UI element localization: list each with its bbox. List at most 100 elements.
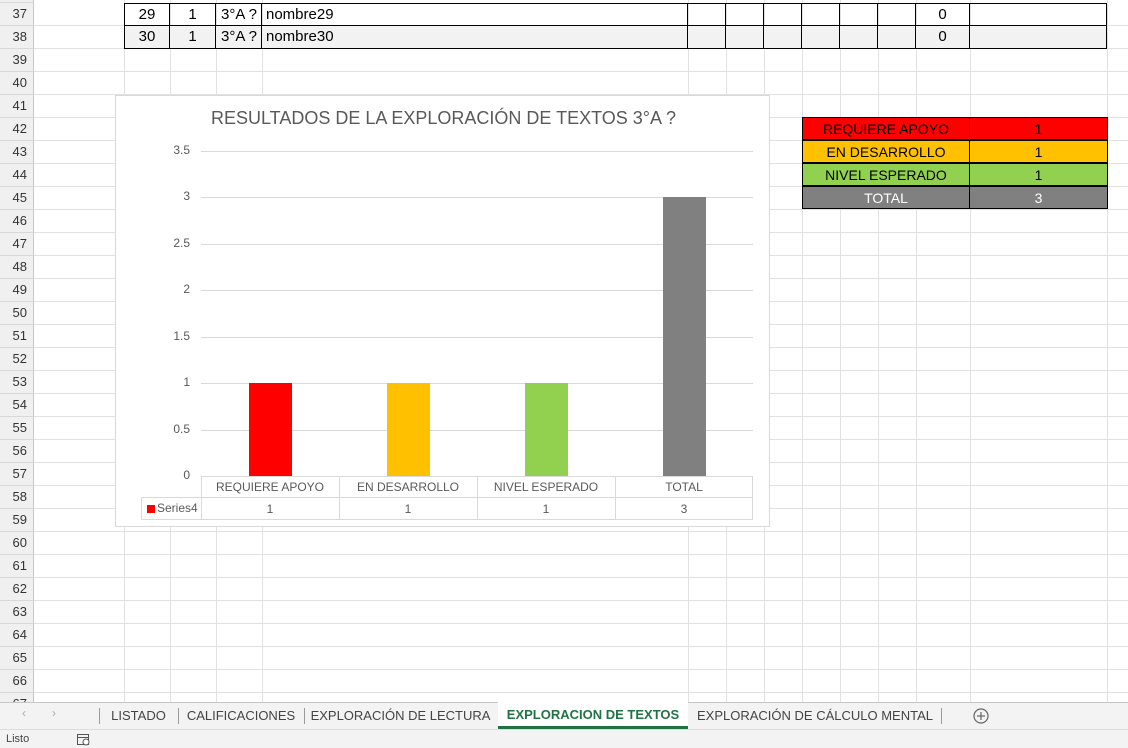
tab-listado[interactable]: LISTADO (100, 703, 177, 729)
y-tick-label: 3 (183, 189, 190, 204)
status-text: Listo (6, 733, 30, 745)
row-header[interactable]: 56 (0, 440, 34, 463)
row-header[interactable]: 48 (0, 256, 34, 279)
category-label: NIVEL ESPERADO (493, 480, 599, 494)
tab-exploracion-de-lectura[interactable]: EXPLORACIÓN DE LECTURA (305, 703, 496, 729)
summary-value-total[interactable]: 3 (969, 186, 1108, 209)
cell-number[interactable]: 30 (124, 26, 170, 49)
cell-empty[interactable] (878, 26, 916, 49)
chart-bar[interactable] (248, 383, 292, 476)
data-table-line (339, 476, 340, 520)
worksheet-grid[interactable]: 37 38 39 40 41 42 43 44 45 46 47 48 49 50 51 52 53 54 55 56… (0, 0, 1128, 702)
cell-score[interactable]: 0 (916, 26, 970, 49)
row-header[interactable]: 37 (0, 3, 34, 26)
cell-score[interactable]: 0 (916, 3, 970, 26)
cell-empty[interactable] (688, 3, 726, 26)
row-header[interactable]: 46 (0, 210, 34, 233)
row-header[interactable]: 42 (0, 118, 34, 141)
grid-column-line (916, 0, 917, 702)
row-header[interactable]: 52 (0, 348, 34, 371)
y-tick-label: 3.5 (173, 143, 190, 157)
chart-bar[interactable] (386, 383, 430, 476)
row-header[interactable]: 54 (0, 394, 34, 417)
summary-label-nivel-esperado[interactable]: NIVEL ESPERADO (802, 163, 970, 186)
grid-row-line (34, 646, 1128, 647)
cell-empty[interactable] (726, 3, 764, 26)
cell-group[interactable]: 3°A ? (216, 3, 262, 26)
row-header[interactable]: 39 (0, 49, 34, 72)
row-header[interactable]: 38 (0, 26, 34, 49)
grid-column-line (878, 0, 879, 702)
cell-empty[interactable] (970, 26, 1107, 49)
row-header[interactable]: 49 (0, 279, 34, 302)
chevron-left-icon[interactable]: ‹ (22, 706, 26, 720)
tab-calificaciones[interactable]: CALIFICACIONES (179, 703, 303, 729)
row-header[interactable]: 58 (0, 486, 34, 509)
cell-empty[interactable] (802, 3, 840, 26)
grid-column-line (1107, 0, 1108, 702)
chart-gridline (201, 151, 753, 152)
cell-number[interactable]: 29 (124, 3, 170, 26)
row-header[interactable]: 64 (0, 624, 34, 647)
cell-empty[interactable] (970, 3, 1107, 26)
row-header[interactable]: 40 (0, 72, 34, 95)
row-header[interactable]: 53 (0, 371, 34, 394)
cell-empty[interactable] (840, 3, 878, 26)
macro-record-icon[interactable] (77, 734, 91, 746)
data-table-line (201, 476, 202, 520)
row-header[interactable]: 47 (0, 233, 34, 256)
sheet-tab-bar: ‹ › LISTADO CALIFICACIONES EXPLORACIÓN D… (0, 702, 1128, 729)
cell-empty[interactable] (726, 26, 764, 49)
row-header[interactable]: 55 (0, 417, 34, 440)
summary-value-requiere-apoyo[interactable]: 1 (969, 117, 1108, 140)
data-table-value: 1 (404, 502, 412, 516)
cell-group[interactable]: 3°A ? (216, 26, 262, 49)
row-header[interactable]: 63 (0, 601, 34, 624)
cell-empty[interactable] (802, 26, 840, 49)
row-header[interactable]: 51 (0, 325, 34, 348)
summary-value-en-desarrollo[interactable]: 1 (969, 140, 1108, 163)
chart-title[interactable]: RESULTADOS DE LA EXPLORACIÓN DE TEXTOS 3… (116, 108, 771, 129)
row-header[interactable]: 62 (0, 578, 34, 601)
row-header[interactable]: 61 (0, 555, 34, 578)
y-tick-label: 0.5 (173, 421, 190, 436)
tab-exploracion-de-textos[interactable]: EXPLORACION DE TEXTOS (498, 702, 688, 729)
category-label: REQUIERE APOYO (215, 480, 325, 494)
row-header[interactable]: 67 (0, 693, 34, 702)
data-table-value: 1 (266, 502, 274, 516)
row-header[interactable]: 59 (0, 509, 34, 532)
tab-exploracion-de-calculo-mental[interactable]: EXPLORACIÓN DE CÁLCULO MENTAL (690, 703, 940, 729)
row-header[interactable]: 65 (0, 647, 34, 670)
summary-label-requiere-apoyo[interactable]: REQUIERE APOYO (802, 117, 970, 140)
cell-count[interactable]: 1 (170, 3, 216, 26)
cell-empty[interactable] (764, 3, 802, 26)
row-header[interactable]: 45 (0, 187, 34, 210)
cell-empty[interactable] (840, 26, 878, 49)
row-header[interactable]: 41 (0, 95, 34, 118)
data-table-line (141, 497, 142, 520)
chart-bar[interactable] (662, 197, 706, 476)
cell-count[interactable]: 1 (170, 26, 216, 49)
cell-empty[interactable] (688, 26, 726, 49)
cell-name[interactable]: nombre30 (262, 26, 688, 49)
summary-label-en-desarrollo[interactable]: EN DESARROLLO (802, 140, 970, 163)
summary-value-nivel-esperado[interactable]: 1 (969, 163, 1108, 186)
cell-empty[interactable] (764, 26, 802, 49)
cell-name[interactable]: nombre29 (262, 3, 688, 26)
row-header[interactable]: 57 (0, 463, 34, 486)
data-table-line (141, 519, 753, 520)
row-header[interactable]: 44 (0, 164, 34, 187)
data-table-line (141, 497, 753, 498)
plus-circle-icon[interactable] (973, 708, 989, 724)
chart-bar[interactable] (524, 383, 568, 476)
row-header-cap (0, 0, 34, 3)
chevron-right-icon[interactable]: › (52, 706, 56, 720)
grid-row-line (34, 71, 1128, 72)
summary-label-total[interactable]: TOTAL (802, 186, 970, 209)
row-header[interactable]: 50 (0, 302, 34, 325)
row-header[interactable]: 60 (0, 532, 34, 555)
row-header[interactable]: 66 (0, 670, 34, 693)
cell-empty[interactable] (878, 3, 916, 26)
row-header[interactable]: 43 (0, 141, 34, 164)
bar-chart[interactable]: RESULTADOS DE LA EXPLORACIÓN DE TEXTOS 3… (115, 95, 770, 527)
